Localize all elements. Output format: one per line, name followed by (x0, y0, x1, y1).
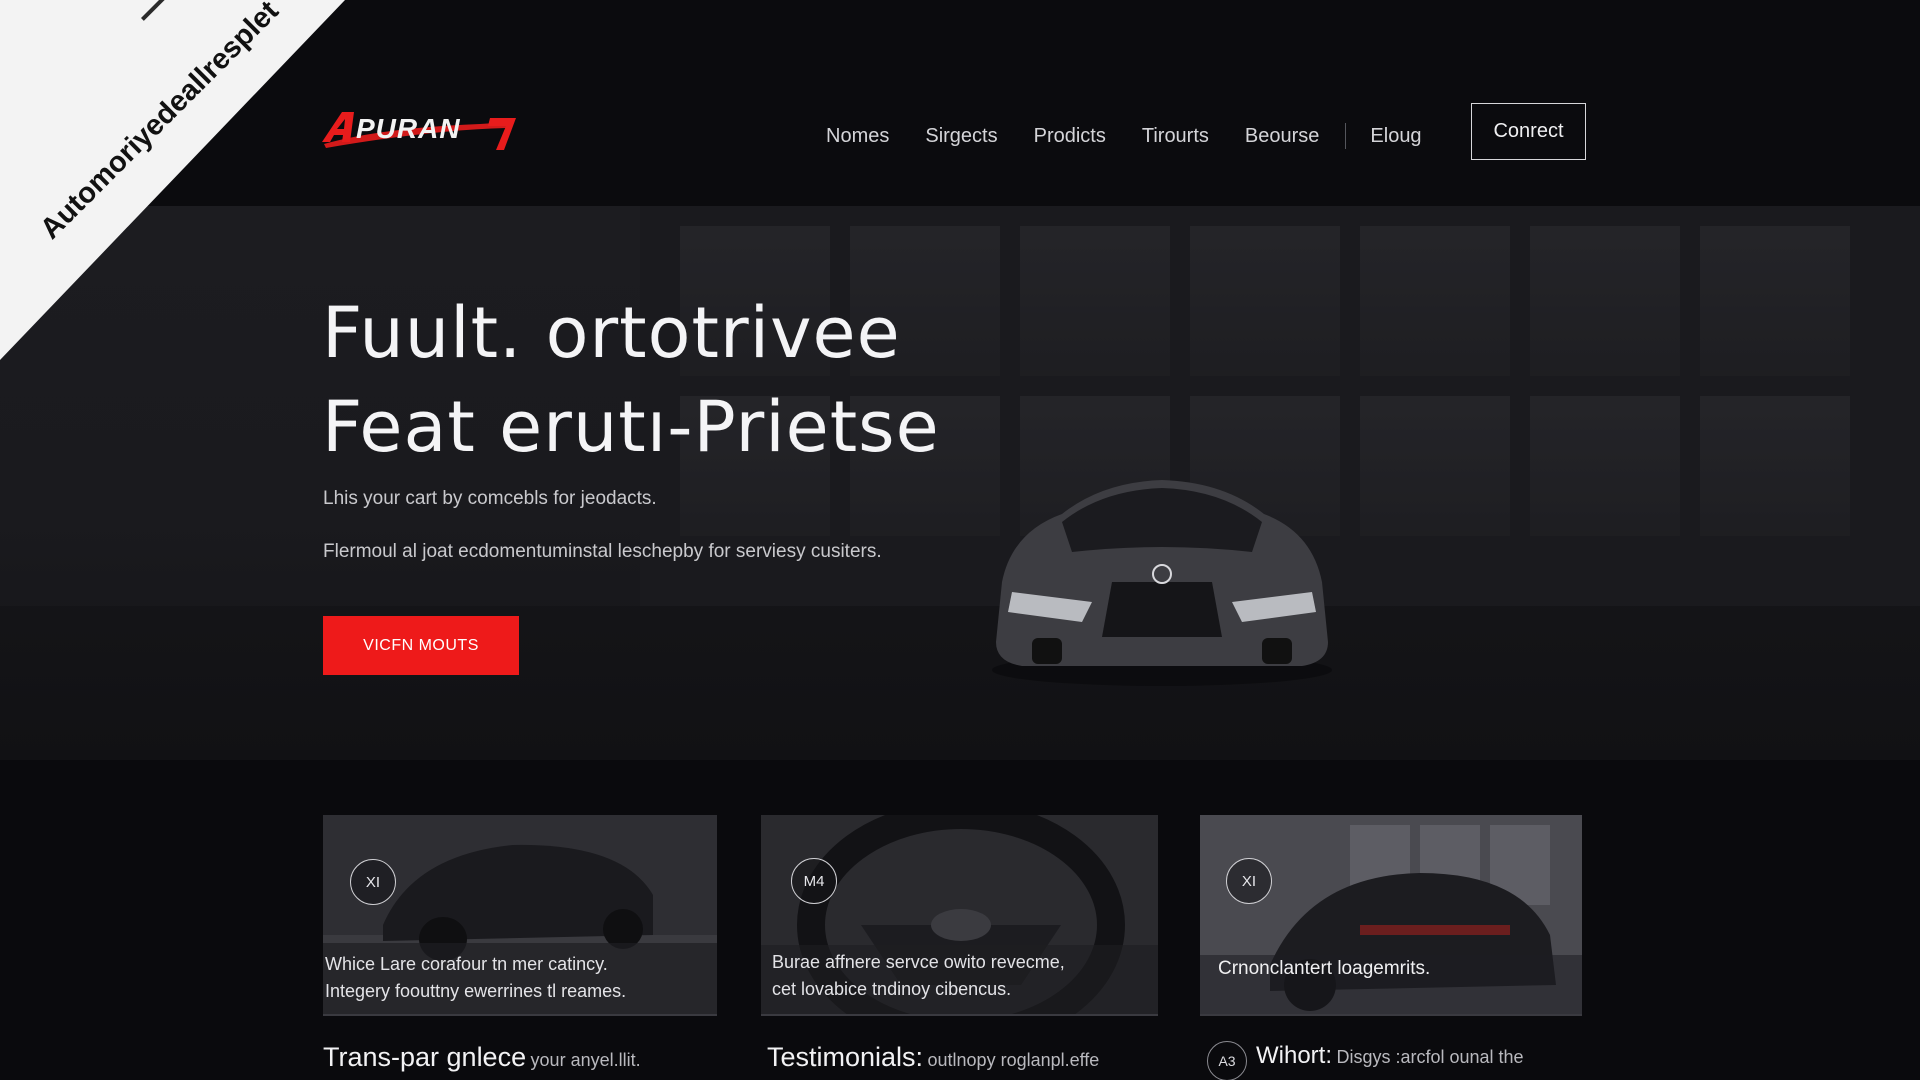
section-2-title: Testimonials: (767, 1042, 924, 1072)
section-3-badge: A3 (1207, 1041, 1247, 1080)
feature-card-1[interactable]: XI Whice Lare corafour tn mer catincy. I… (323, 815, 717, 1016)
nav-divider (1345, 123, 1347, 149)
nav-item-beourse[interactable]: Beourse (1245, 125, 1320, 148)
nav-item-eloug[interactable]: Eloug (1370, 125, 1421, 148)
connect-button[interactable]: Conrect (1471, 103, 1586, 160)
section-2-subtitle: outlnopy roglanpl.effe (927, 1050, 1100, 1070)
nav-item-nomes[interactable]: Nomes (826, 125, 889, 148)
ribbon-background (0, 0, 345, 360)
section-title-2: Testimonials: outlnopy roglanpl.effe (767, 1042, 1099, 1073)
view-models-button[interactable]: VICFN MOUTS (323, 616, 519, 675)
hero-floor (0, 606, 1920, 760)
feature-card-3[interactable]: XI Crnonclantert loagemrits. (1200, 815, 1582, 1016)
main-nav: Nomes Sirgects Prodicts Tirourts Beourse… (826, 108, 1458, 164)
hero-subtitle-1: Lhis your cart by comcebls for jeodacts. (323, 488, 657, 509)
card-3-badge: XI (1226, 858, 1272, 904)
nav-item-sirgects[interactable]: Sirgects (925, 125, 997, 148)
card-3-car-photo (1200, 815, 1582, 1014)
hero-title: Fuult. ortotrivee Feat erutı-Prietse (322, 286, 940, 474)
card-1-text-line-2: Integery foouttny ewerrines tl reames. (325, 981, 627, 1001)
nav-item-tirourts[interactable]: Tirourts (1142, 125, 1209, 148)
card-1-badge: XI (350, 859, 396, 905)
card-2-text-line-1: Burae affnere servce owito revecme, (772, 952, 1065, 972)
hero-title-line-1: Fuult. ortotrivee (322, 292, 901, 374)
section-3-subtitle: Disgys :arcfol ounal the (1336, 1047, 1524, 1067)
section-title-3: Wihort: Disgys :arcfol ounal the (1256, 1042, 1524, 1070)
card-1-text-line-1: Whice Lare corafour tn mer catincy. (325, 954, 608, 974)
corner-ribbon: Automoriyedeallresplet (0, 0, 400, 400)
section-1-subtitle: your anyel.llit. (530, 1050, 641, 1070)
hero-title-line-2: Feat erutı-Prietse (322, 386, 940, 468)
hero-subtitle-2: Flermoul al joat ecdomentuminstal lesche… (323, 541, 882, 562)
section-title-1: Trans-par gnlece your anyel.llit. (323, 1042, 641, 1073)
section-3-title: Wihort: (1256, 1042, 1333, 1069)
nav-item-prodicts[interactable]: Prodicts (1034, 125, 1106, 148)
card-2-badge: M4 (791, 858, 837, 904)
section-1-title: Trans-par gnlece (323, 1042, 527, 1072)
hero-car-image (992, 480, 1332, 686)
feature-card-2[interactable]: M4 Burae affnere servce owito revecme, c… (761, 815, 1158, 1016)
card-2-text-line-2: cet lovabice tndinoy cibencus. (772, 979, 1012, 999)
card-3-caption: Crnonclantert loagemrits. (1218, 958, 1431, 979)
